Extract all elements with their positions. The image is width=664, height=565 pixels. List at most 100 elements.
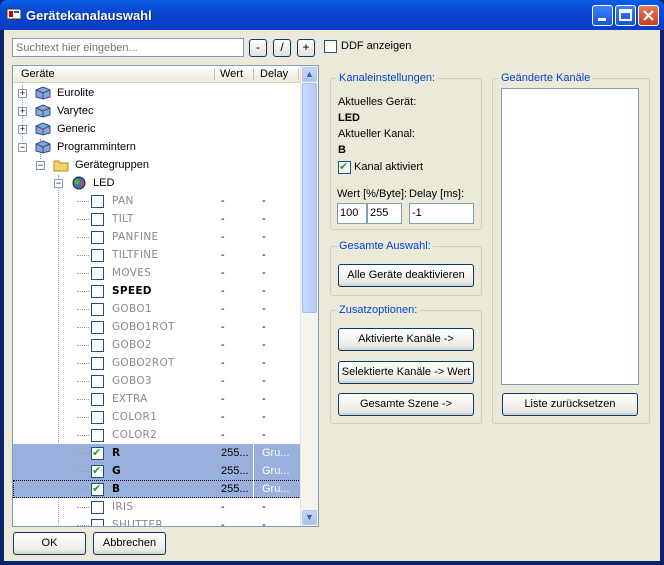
tree-item-device[interactable]: + Generic (13, 120, 303, 138)
channel-row[interactable]: GOBO2ROT - - (13, 354, 303, 372)
channel-row[interactable]: G 255... Gru... (13, 462, 303, 480)
collapse-icon[interactable]: − (18, 143, 27, 152)
channel-row[interactable]: COLOR1 - - (13, 408, 303, 426)
channel-row[interactable]: MOVES - - (13, 264, 303, 282)
geaendert-group: Geänderte Kanäle Liste zurücksetzen (492, 72, 650, 424)
channel-checkbox[interactable] (91, 411, 104, 424)
channel-row[interactable]: EXTRA - - (13, 390, 303, 408)
maximize-button[interactable] (615, 5, 636, 26)
channel-checkbox[interactable] (91, 446, 104, 460)
channel-checkbox[interactable] (91, 357, 104, 370)
channel-wert: - (221, 339, 225, 351)
ddf-checkbox[interactable] (324, 40, 337, 53)
aktivierte-kanaele-button[interactable]: Aktivierte Kanäle -> (338, 328, 474, 351)
tree-scrollbar[interactable]: ▲ ▼ (300, 66, 318, 526)
led-icon (72, 176, 86, 190)
gesamte-szene-button[interactable]: Gesamte Szene -> (338, 393, 474, 416)
gesamt-group: Gesamte Auswahl: Alle Geräte deaktiviere… (330, 240, 482, 296)
geaenderte-kanaele-list[interactable] (501, 88, 639, 385)
channel-checkbox[interactable] (91, 249, 104, 262)
channel-checkbox[interactable] (91, 393, 104, 406)
channel-checkbox[interactable] (91, 267, 104, 280)
tree-item-device[interactable]: + Varytec (13, 102, 303, 120)
minimize-button[interactable] (592, 5, 613, 26)
channel-row[interactable]: PANFINE - - (13, 228, 303, 246)
expand-icon[interactable]: + (18, 125, 27, 134)
channel-checkbox[interactable] (91, 464, 104, 478)
expand-button[interactable]: + (297, 39, 315, 57)
channel-name: GOBO2ROT (112, 357, 175, 369)
ok-button[interactable]: OK (13, 532, 86, 555)
channel-checkbox[interactable] (91, 321, 104, 334)
channel-checkbox[interactable] (91, 429, 104, 442)
expand-icon[interactable]: + (18, 107, 27, 116)
delay-field[interactable]: -1 (409, 203, 474, 224)
channel-checkbox[interactable] (91, 213, 104, 226)
expand-icon[interactable]: + (18, 89, 27, 98)
maximize-icon (619, 9, 632, 21)
column-wert[interactable]: Wert (220, 68, 243, 80)
device-tree[interactable]: Geräte Wert Delay + Eurolite + Varytec + Gene… (12, 65, 319, 527)
wert-percent-field[interactable]: 100 (337, 203, 367, 224)
channel-row[interactable]: TILTFINE - - (13, 246, 303, 264)
tree-item-subgroup[interactable]: − Gerätegruppen (13, 156, 303, 174)
channel-row[interactable]: SHUTTER - - (13, 516, 303, 526)
channel-delay: - (262, 303, 266, 315)
close-button[interactable] (638, 5, 659, 26)
scroll-thumb[interactable] (302, 83, 317, 313)
channel-row[interactable]: TILT - - (13, 210, 303, 228)
channel-row[interactable]: IRIS - - (13, 498, 303, 516)
tree-item-led[interactable]: − LED (13, 174, 303, 192)
alle-geraete-deaktivieren-button[interactable]: Alle Geräte deaktivieren (338, 264, 474, 287)
channel-checkbox[interactable] (91, 501, 104, 514)
channel-row[interactable]: R 255... Gru... (13, 444, 303, 462)
channel-delay: - (262, 429, 266, 441)
channel-checkbox[interactable] (91, 303, 104, 316)
collapse-icon[interactable]: − (54, 179, 63, 188)
column-geraete[interactable]: Geräte (21, 68, 55, 80)
channel-checkbox[interactable] (91, 482, 104, 496)
channel-row[interactable]: GOBO1ROT - - (13, 318, 303, 336)
channel-name: PAN (112, 195, 134, 207)
channel-name: SPEED (112, 285, 152, 297)
channel-delay: - (262, 195, 266, 207)
liste-zuruecksetzen-button[interactable]: Liste zurücksetzen (502, 393, 638, 416)
channel-row[interactable]: SPEED - - (13, 282, 303, 300)
wert-byte-field[interactable]: 255 (367, 203, 402, 224)
search-input[interactable] (12, 38, 244, 57)
channel-checkbox[interactable] (91, 231, 104, 244)
kanal-group: Kanaleinstellungen: Aktuelles Gerät: LED… (330, 72, 482, 230)
kanal-aktiviert-checkbox[interactable] (338, 160, 351, 174)
channel-checkbox[interactable] (91, 195, 104, 208)
channel-checkbox[interactable] (91, 339, 104, 352)
scroll-down-arrow[interactable]: ▼ (302, 510, 317, 525)
channel-wert: - (221, 429, 225, 441)
channel-row[interactable]: GOBO3 - - (13, 372, 303, 390)
channel-delay: - (262, 411, 266, 423)
channel-row[interactable]: COLOR2 - - (13, 426, 303, 444)
collapse-icon[interactable]: − (36, 161, 45, 170)
tree-item-device[interactable]: + Eurolite (13, 84, 303, 102)
selektierte-kanaele-button[interactable]: Selektierte Kanäle -> Wert (338, 361, 474, 384)
channel-name: TILT (112, 213, 134, 225)
collapse-button[interactable]: - (249, 39, 267, 57)
dialog-client: - / + DDF anzeigen Geräte Wert Delay + Eu… (4, 30, 660, 561)
channel-name: EXTRA (112, 393, 148, 405)
abbrechen-button[interactable]: Abbrechen (93, 532, 166, 555)
toggle-button[interactable]: / (273, 39, 291, 57)
aktuelles-geraet-label: Aktuelles Gerät: (338, 96, 417, 108)
column-delay[interactable]: Delay (260, 68, 288, 80)
channel-row[interactable]: PAN - - (13, 192, 303, 210)
channel-row[interactable]: B 255... Gru... (13, 480, 303, 498)
scroll-up-arrow[interactable]: ▲ (302, 67, 317, 82)
channel-delay: - (262, 267, 266, 279)
kanal-group-title: Kanaleinstellungen: (337, 72, 438, 84)
channel-name: G (112, 465, 121, 477)
channel-row[interactable]: GOBO2 - - (13, 336, 303, 354)
channel-row[interactable]: GOBO1 - - (13, 300, 303, 318)
channel-checkbox[interactable] (91, 285, 104, 298)
channel-checkbox[interactable] (91, 519, 104, 526)
channel-checkbox[interactable] (91, 375, 104, 388)
tree-item-device[interactable]: − Programmintern (13, 138, 303, 156)
channel-delay: - (262, 357, 266, 369)
